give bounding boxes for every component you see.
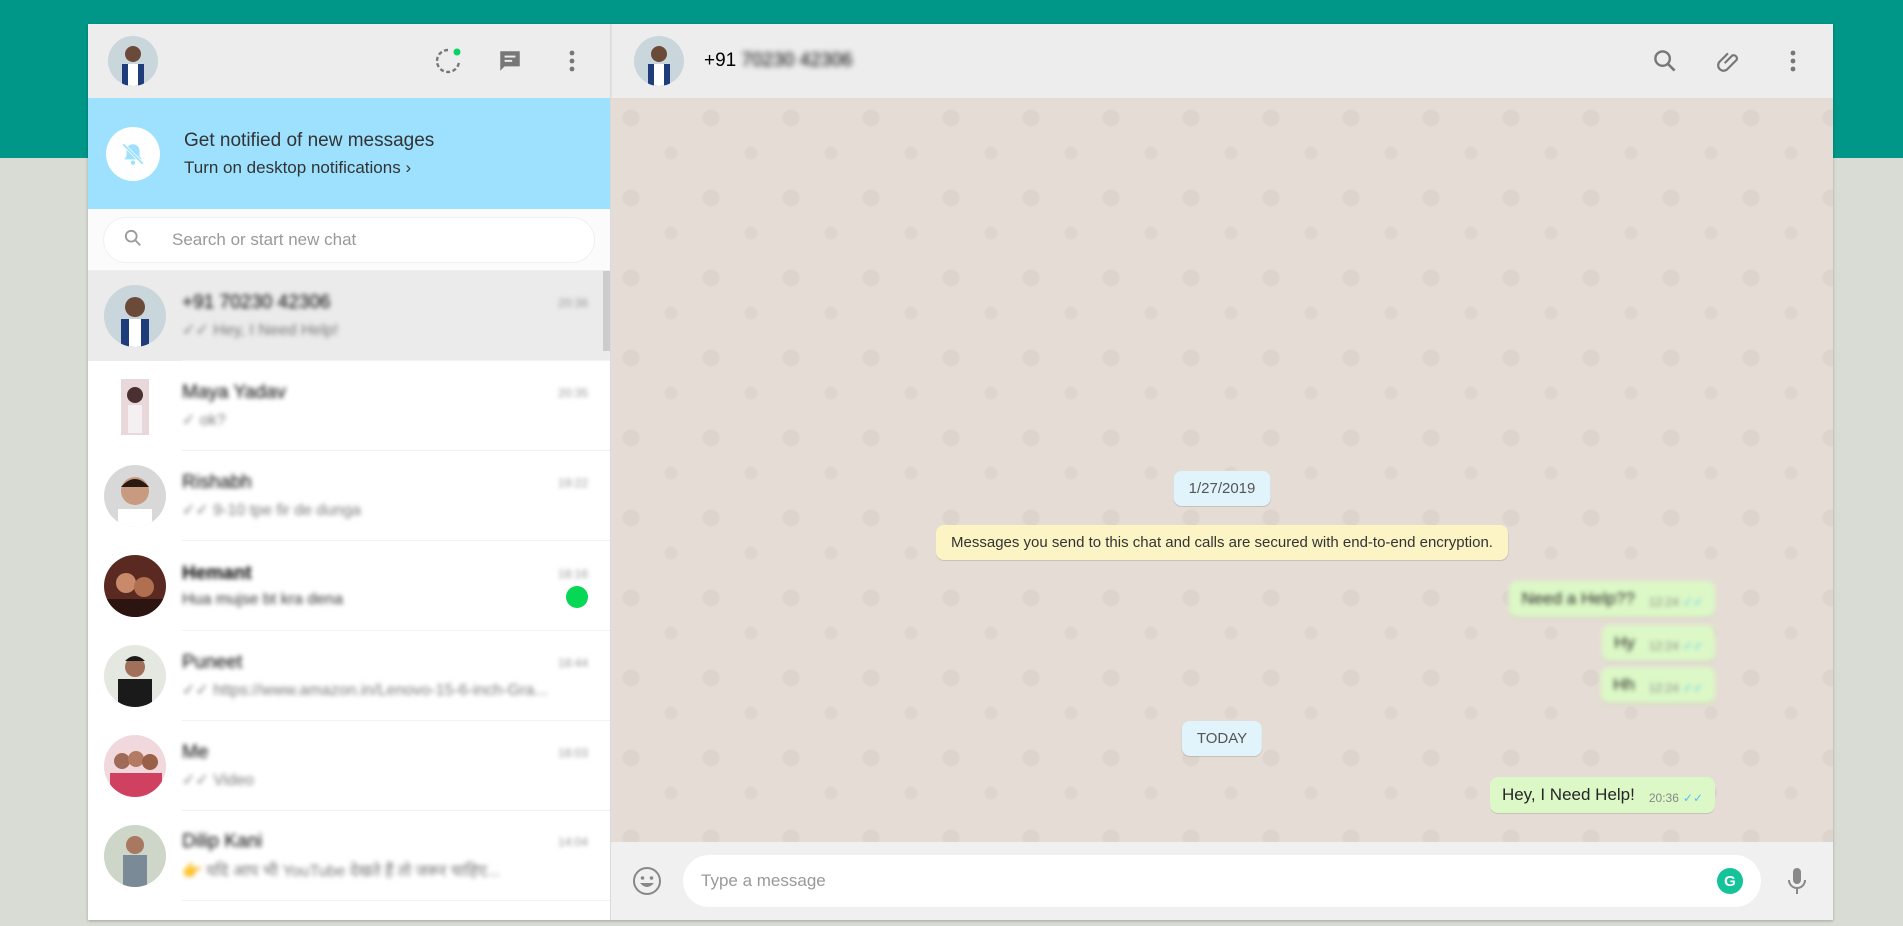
emoji-icon[interactable] [631, 865, 663, 897]
chat-time: 18:16 [557, 566, 588, 581]
chat-name: Dilip Kani [182, 830, 263, 852]
avatar [104, 735, 166, 797]
bell-off-icon [106, 126, 160, 181]
double-tick-icon: ✓✓ [1682, 639, 1703, 653]
message-bubble[interactable]: Hh 12:24 ✓✓ [1601, 667, 1715, 703]
chat-name: Rishabh [182, 471, 252, 493]
message-time: 12:24 [1648, 639, 1679, 653]
chat-preview: ✓✓ Hey, I Need Help! [182, 321, 339, 339]
message-input[interactable] [701, 871, 1717, 891]
grammarly-icon[interactable]: G [1717, 868, 1743, 894]
message-text: Hey, I Need Help! [1501, 785, 1635, 804]
chat-time: 14:04 [557, 834, 588, 849]
double-tick-icon: ✓✓ [1682, 791, 1703, 805]
whatsapp-app: Get notified of new messages Turn on des… [88, 24, 1833, 920]
chat-name: Hemant [182, 562, 252, 584]
message-bubble[interactable]: Hy 12:24 ✓✓ [1602, 625, 1715, 661]
conversation-header[interactable]: +91 70230 42306 [611, 24, 1833, 98]
contact-number: 70230 42306 [741, 50, 853, 71]
chat-item[interactable]: Maya Yadav 20:35 ✓ ok? [88, 361, 610, 451]
message-text: Hy [1614, 633, 1635, 652]
chat-list: +91 70230 42306 20:36 ✓✓ Hey, I Need Help!… [88, 271, 610, 920]
avatar [104, 645, 166, 707]
chat-time: 19:22 [557, 475, 588, 490]
my-avatar[interactable] [108, 36, 158, 86]
contact-avatar[interactable] [634, 36, 684, 86]
menu-icon[interactable] [556, 45, 588, 77]
chat-time: 18:44 [557, 655, 588, 670]
search-icon [124, 229, 142, 252]
avatar [104, 465, 166, 527]
date-divider: 1/27/2019 [1173, 471, 1271, 506]
message-text: Need a Help?? [1521, 589, 1635, 608]
chat-name: Maya Yadav [182, 381, 286, 403]
chat-item[interactable]: Hemant 18:16 Hua mujse bt kra dena [88, 541, 610, 631]
message-time: 20:36 [1648, 791, 1679, 805]
sidebar-header [88, 24, 610, 98]
contact-name: +91 70230 42306 [704, 50, 852, 72]
notification-link[interactable]: Turn on desktop notifications › [184, 158, 434, 178]
chat-item[interactable]: Dilip Kani 14:04 👉 यदि आप भी YouTube देखते… [88, 811, 610, 901]
chat-item[interactable]: Rishabh 19:22 ✓✓ 9-10 tpe fir de dunga [88, 451, 610, 541]
chat-preview: 👉 यदि आप भी YouTube देखते हैं तो जरूर चा… [182, 862, 500, 880]
notification-title: Get notified of new messages [184, 129, 435, 151]
avatar [104, 555, 166, 617]
menu-icon[interactable] [1777, 45, 1809, 77]
search-input[interactable] [172, 230, 532, 250]
chat-item[interactable]: Me 18:03 ✓✓ Video [88, 721, 610, 811]
contact-prefix: +91 [704, 50, 737, 71]
search-box [104, 218, 594, 262]
chat-preview: ✓✓ 9-10 tpe fir de dunga [182, 501, 361, 519]
chat-name: Me [182, 741, 209, 763]
avatar [104, 375, 166, 437]
chat-preview: ✓ ok? [182, 411, 226, 429]
attach-icon[interactable] [1713, 45, 1745, 77]
search-icon[interactable] [1649, 45, 1681, 77]
chat-list-scrollbar[interactable] [603, 271, 610, 351]
chat-name: +91 70230 42306 [182, 291, 331, 313]
conversation-pane: +91 70230 42306 1/27/2019 Messages you s… [611, 24, 1833, 920]
notification-banner[interactable]: Get notified of new messages Turn on des… [88, 98, 610, 209]
double-tick-icon: ✓✓ [1682, 595, 1703, 609]
chat-preview: ✓✓ Video [182, 771, 254, 789]
message-text: Hh [1613, 675, 1635, 694]
double-tick-icon: ✓✓ [1682, 681, 1703, 695]
message-bubble[interactable]: Need a Help?? 12:24 ✓✓ [1509, 581, 1715, 617]
chat-name: Puneet [182, 651, 243, 673]
unread-badge [566, 585, 588, 608]
search-bar [88, 209, 610, 271]
encryption-notice: Messages you send to this chat and calls… [936, 525, 1508, 560]
message-time: 12:24 [1648, 595, 1679, 609]
message-time: 12:24 [1648, 681, 1679, 695]
chat-time: 20:36 [557, 295, 588, 310]
chat-item[interactable]: Puneet 18:44 ✓✓ https://www.amazon.in/Leno… [88, 631, 610, 721]
message-bubble[interactable]: Hey, I Need Help! 20:36 ✓✓ [1489, 777, 1715, 813]
microphone-icon[interactable] [1781, 865, 1813, 897]
avatar [104, 285, 166, 347]
chat-preview: ✓✓ https://www.amazon.in/Lenovo-15-6-inc… [182, 681, 548, 699]
new-chat-icon[interactable] [494, 45, 526, 77]
chat-time: 18:03 [557, 745, 588, 760]
avatar [104, 825, 166, 887]
status-icon[interactable] [432, 45, 464, 77]
chat-item[interactable]: +91 70230 42306 20:36 ✓✓ Hey, I Need Help! [88, 271, 610, 361]
date-divider-today: TODAY [1181, 721, 1263, 756]
chat-preview: Hua mujse bt kra dena [182, 590, 343, 608]
sidebar: Get notified of new messages Turn on des… [88, 24, 611, 920]
message-input-box: G [683, 855, 1761, 907]
composer: G [611, 842, 1833, 920]
chat-time: 20:35 [557, 385, 588, 400]
message-area: 1/27/2019 Messages you send to this chat… [611, 98, 1833, 842]
